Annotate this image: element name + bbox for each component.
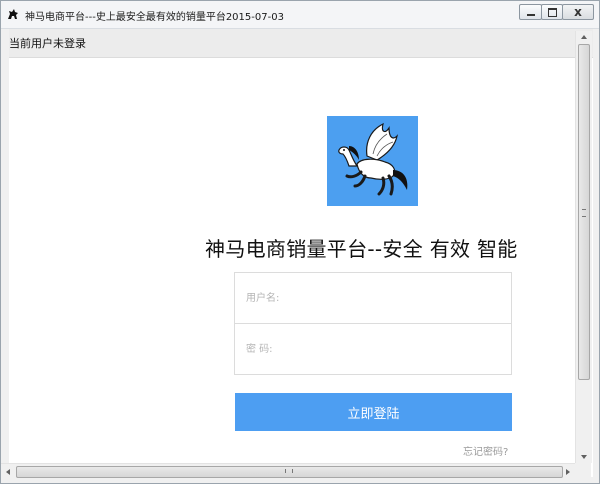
forgot-password-link[interactable]: 忘记密码? [463,443,508,458]
password-field[interactable] [234,323,512,375]
horizontal-scroll-thumb[interactable] [16,466,563,478]
scroll-corner [575,463,591,479]
main-content: 当前用户未登录 ii [9,29,593,477]
close-icon: x [574,5,582,19]
login-status: 当前用户未登录 [9,37,86,50]
username-field[interactable] [234,272,512,324]
title-bar[interactable]: 神马电商平台---史上最安全最有效的销量平台2015-07-03 x [1,1,599,29]
vertical-scrollbar[interactable] [575,31,592,463]
pegasus-logo [327,116,418,206]
grip-icon [582,209,586,217]
scroll-down-icon[interactable] [581,455,587,459]
app-window: 神马电商平台---史上最安全最有效的销量平台2015-07-03 x 当前用户未… [0,0,600,484]
pegasus-logo-icon [338,122,408,196]
scroll-right-icon[interactable] [566,469,570,475]
window-title: 神马电商平台---史上最安全最有效的销量平台2015-07-03 [25,12,284,23]
status-bar: 当前用户未登录 ii [9,29,593,58]
vertical-scroll-thumb[interactable] [578,44,590,380]
scroll-left-icon[interactable] [6,469,10,475]
minimize-button[interactable] [519,4,542,20]
grip-icon [285,469,293,473]
scroll-up-icon[interactable] [581,35,587,39]
username-input[interactable] [235,273,511,323]
horizontal-scrollbar[interactable] [1,463,575,480]
login-button[interactable]: 立即登陆 [235,393,512,431]
close-button[interactable]: x [562,4,594,20]
pegasus-icon [8,9,18,19]
maximize-button[interactable] [541,4,563,20]
password-input[interactable] [235,324,511,374]
page-heading: 神马电商销量平台--安全 有效 智能 [205,237,518,261]
